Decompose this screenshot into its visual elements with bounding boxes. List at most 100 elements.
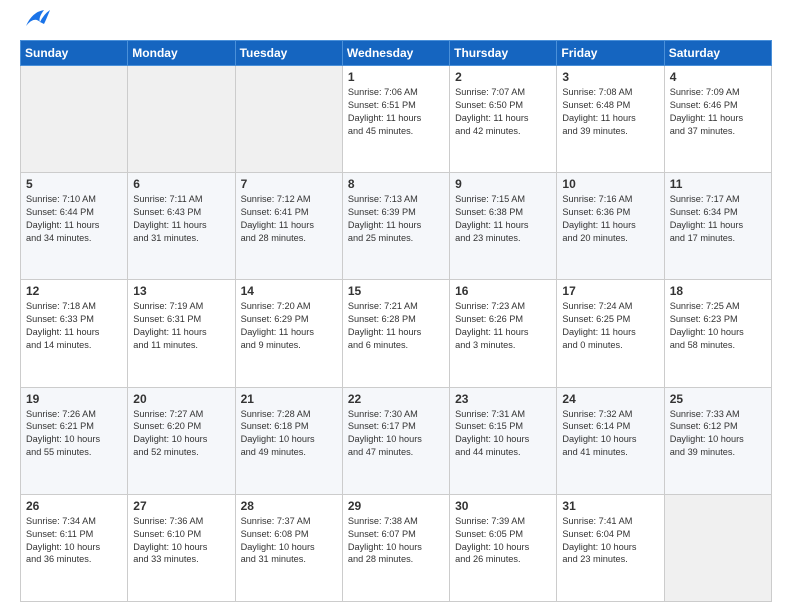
day-info: Sunrise: 7:41 AM Sunset: 6:04 PM Dayligh… xyxy=(562,515,658,567)
weekday-header-tuesday: Tuesday xyxy=(235,41,342,66)
day-info: Sunrise: 7:09 AM Sunset: 6:46 PM Dayligh… xyxy=(670,86,766,138)
day-number: 23 xyxy=(455,392,551,406)
day-number: 1 xyxy=(348,70,444,84)
day-number: 9 xyxy=(455,177,551,191)
day-info: Sunrise: 7:18 AM Sunset: 6:33 PM Dayligh… xyxy=(26,300,122,352)
day-number: 5 xyxy=(26,177,122,191)
day-info: Sunrise: 7:11 AM Sunset: 6:43 PM Dayligh… xyxy=(133,193,229,245)
calendar-cell: 7Sunrise: 7:12 AM Sunset: 6:41 PM Daylig… xyxy=(235,173,342,280)
calendar-cell: 13 Sunrise: 7:19 AM Sunset: 6:31 PM Dayli… xyxy=(128,280,235,387)
calendar-cell: 22Sunrise: 7:30 AM Sunset: 6:17 PM Dayli… xyxy=(342,387,449,494)
calendar-cell: 11 Sunrise: 7:17 AM Sunset: 6:34 PM Dayli… xyxy=(664,173,771,280)
weekday-header-friday: Friday xyxy=(557,41,664,66)
day-number: 6 xyxy=(133,177,229,191)
day-info: Sunrise: 7:06 AM Sunset: 6:51 PM Dayligh… xyxy=(348,86,444,138)
day-number: 21 xyxy=(241,392,337,406)
day-info: Sunrise: 7:32 AM Sunset: 6:14 PM Dayligh… xyxy=(562,408,658,460)
calendar-cell: 26Sunrise: 7:34 AM Sunset: 6:11 PM Dayli… xyxy=(21,494,128,601)
calendar-cell: 16 Sunrise: 7:23 AM Sunset: 6:26 PM Dayli… xyxy=(450,280,557,387)
weekday-header-thursday: Thursday xyxy=(450,41,557,66)
day-number: 16 xyxy=(455,284,551,298)
calendar-cell: 3Sunrise: 7:08 AM Sunset: 6:48 PM Daylig… xyxy=(557,66,664,173)
weekday-header-sunday: Sunday xyxy=(21,41,128,66)
page-header xyxy=(20,16,772,30)
calendar-cell: 23 Sunrise: 7:31 AM Sunset: 6:15 PM Dayli… xyxy=(450,387,557,494)
day-info: Sunrise: 7:10 AM Sunset: 6:44 PM Dayligh… xyxy=(26,193,122,245)
weekday-header-wednesday: Wednesday xyxy=(342,41,449,66)
day-number: 29 xyxy=(348,499,444,513)
day-info: Sunrise: 7:19 AM Sunset: 6:31 PM Dayligh… xyxy=(133,300,229,352)
day-number: 28 xyxy=(241,499,337,513)
day-number: 12 xyxy=(26,284,122,298)
day-info: Sunrise: 7:34 AM Sunset: 6:11 PM Dayligh… xyxy=(26,515,122,567)
calendar-cell: 29 Sunrise: 7:38 AM Sunset: 6:07 PM Dayli… xyxy=(342,494,449,601)
weekday-header-row: SundayMondayTuesdayWednesdayThursdayFrid… xyxy=(21,41,772,66)
day-number: 11 xyxy=(670,177,766,191)
day-info: Sunrise: 7:07 AM Sunset: 6:50 PM Dayligh… xyxy=(455,86,551,138)
day-info: Sunrise: 7:33 AM Sunset: 6:12 PM Dayligh… xyxy=(670,408,766,460)
day-number: 30 xyxy=(455,499,551,513)
day-info: Sunrise: 7:23 AM Sunset: 6:26 PM Dayligh… xyxy=(455,300,551,352)
calendar-cell: 31Sunrise: 7:41 AM Sunset: 6:04 PM Dayli… xyxy=(557,494,664,601)
calendar-cell: 8 Sunrise: 7:13 AM Sunset: 6:39 PM Daylig… xyxy=(342,173,449,280)
day-number: 2 xyxy=(455,70,551,84)
calendar-week-row: 26Sunrise: 7:34 AM Sunset: 6:11 PM Dayli… xyxy=(21,494,772,601)
calendar-cell: 10Sunrise: 7:16 AM Sunset: 6:36 PM Dayli… xyxy=(557,173,664,280)
weekday-header-monday: Monday xyxy=(128,41,235,66)
calendar-cell: 25 Sunrise: 7:33 AM Sunset: 6:12 PM Dayli… xyxy=(664,387,771,494)
calendar-cell: 21 Sunrise: 7:28 AM Sunset: 6:18 PM Dayli… xyxy=(235,387,342,494)
day-info: Sunrise: 7:21 AM Sunset: 6:28 PM Dayligh… xyxy=(348,300,444,352)
day-number: 13 xyxy=(133,284,229,298)
day-number: 22 xyxy=(348,392,444,406)
logo-bird-icon xyxy=(24,8,50,30)
day-number: 7 xyxy=(241,177,337,191)
calendar-week-row: 12 Sunrise: 7:18 AM Sunset: 6:33 PM Dayli… xyxy=(21,280,772,387)
day-number: 20 xyxy=(133,392,229,406)
calendar-cell: 17 Sunrise: 7:24 AM Sunset: 6:25 PM Dayli… xyxy=(557,280,664,387)
day-number: 27 xyxy=(133,499,229,513)
day-info: Sunrise: 7:24 AM Sunset: 6:25 PM Dayligh… xyxy=(562,300,658,352)
calendar-cell: 6 Sunrise: 7:11 AM Sunset: 6:43 PM Daylig… xyxy=(128,173,235,280)
calendar-cell xyxy=(128,66,235,173)
day-number: 19 xyxy=(26,392,122,406)
day-info: Sunrise: 7:20 AM Sunset: 6:29 PM Dayligh… xyxy=(241,300,337,352)
day-number: 17 xyxy=(562,284,658,298)
day-number: 25 xyxy=(670,392,766,406)
day-info: Sunrise: 7:28 AM Sunset: 6:18 PM Dayligh… xyxy=(241,408,337,460)
calendar-cell: 24 Sunrise: 7:32 AM Sunset: 6:14 PM Dayli… xyxy=(557,387,664,494)
day-number: 8 xyxy=(348,177,444,191)
day-info: Sunrise: 7:38 AM Sunset: 6:07 PM Dayligh… xyxy=(348,515,444,567)
calendar-cell: 19 Sunrise: 7:26 AM Sunset: 6:21 PM Dayli… xyxy=(21,387,128,494)
day-info: Sunrise: 7:31 AM Sunset: 6:15 PM Dayligh… xyxy=(455,408,551,460)
calendar-cell: 30 Sunrise: 7:39 AM Sunset: 6:05 PM Dayli… xyxy=(450,494,557,601)
calendar-cell: 28Sunrise: 7:37 AM Sunset: 6:08 PM Dayli… xyxy=(235,494,342,601)
weekday-header-saturday: Saturday xyxy=(664,41,771,66)
calendar-cell: 2 Sunrise: 7:07 AM Sunset: 6:50 PM Daylig… xyxy=(450,66,557,173)
calendar-cell: 5 Sunrise: 7:10 AM Sunset: 6:44 PM Daylig… xyxy=(21,173,128,280)
calendar-cell: 18Sunrise: 7:25 AM Sunset: 6:23 PM Dayli… xyxy=(664,280,771,387)
day-info: Sunrise: 7:13 AM Sunset: 6:39 PM Dayligh… xyxy=(348,193,444,245)
day-number: 24 xyxy=(562,392,658,406)
calendar-cell: 12 Sunrise: 7:18 AM Sunset: 6:33 PM Dayli… xyxy=(21,280,128,387)
calendar-cell: 14Sunrise: 7:20 AM Sunset: 6:29 PM Dayli… xyxy=(235,280,342,387)
calendar-cell: 20 Sunrise: 7:27 AM Sunset: 6:20 PM Dayli… xyxy=(128,387,235,494)
calendar-cell: 27Sunrise: 7:36 AM Sunset: 6:10 PM Dayli… xyxy=(128,494,235,601)
day-info: Sunrise: 7:39 AM Sunset: 6:05 PM Dayligh… xyxy=(455,515,551,567)
calendar-cell: 1 Sunrise: 7:06 AM Sunset: 6:51 PM Daylig… xyxy=(342,66,449,173)
day-info: Sunrise: 7:27 AM Sunset: 6:20 PM Dayligh… xyxy=(133,408,229,460)
day-number: 3 xyxy=(562,70,658,84)
calendar-cell xyxy=(21,66,128,173)
calendar-page: SundayMondayTuesdayWednesdayThursdayFrid… xyxy=(0,0,792,612)
day-number: 4 xyxy=(670,70,766,84)
calendar-cell xyxy=(235,66,342,173)
calendar-cell: 15 Sunrise: 7:21 AM Sunset: 6:28 PM Dayli… xyxy=(342,280,449,387)
calendar-cell: 9 Sunrise: 7:15 AM Sunset: 6:38 PM Daylig… xyxy=(450,173,557,280)
calendar-cell xyxy=(664,494,771,601)
day-number: 10 xyxy=(562,177,658,191)
day-info: Sunrise: 7:26 AM Sunset: 6:21 PM Dayligh… xyxy=(26,408,122,460)
day-info: Sunrise: 7:17 AM Sunset: 6:34 PM Dayligh… xyxy=(670,193,766,245)
day-number: 15 xyxy=(348,284,444,298)
calendar-week-row: 19 Sunrise: 7:26 AM Sunset: 6:21 PM Dayli… xyxy=(21,387,772,494)
day-info: Sunrise: 7:15 AM Sunset: 6:38 PM Dayligh… xyxy=(455,193,551,245)
calendar-cell: 4 Sunrise: 7:09 AM Sunset: 6:46 PM Daylig… xyxy=(664,66,771,173)
